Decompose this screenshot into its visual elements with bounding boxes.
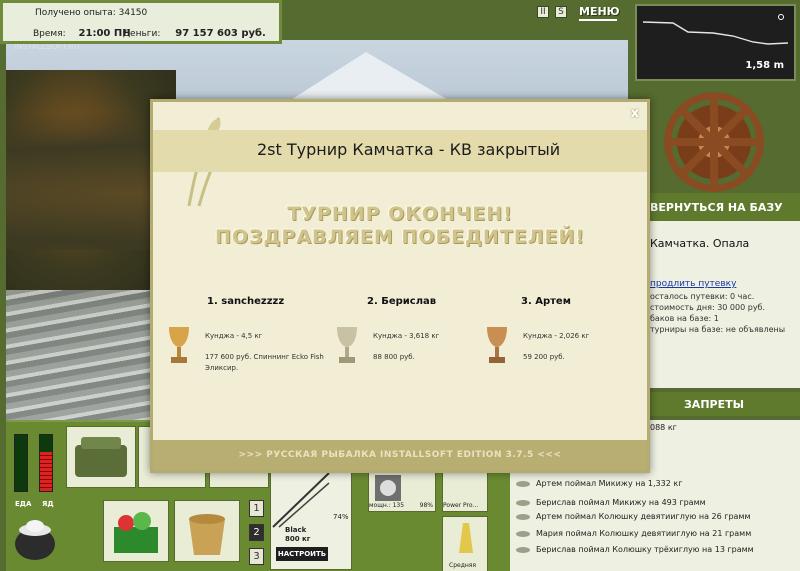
sound-icon[interactable]: S	[555, 6, 567, 18]
tackle-box-slot[interactable]	[66, 426, 136, 488]
log-weight: 088 кг	[650, 423, 677, 432]
tanks-on-base: баков на базе: 1	[650, 314, 719, 323]
depth-value: 1,58 m	[745, 60, 784, 71]
line-name: Power Pro...	[443, 502, 479, 509]
fish-icon	[516, 530, 530, 537]
winner-prize: 88 800 руб.	[373, 353, 415, 361]
configure-button[interactable]: НАСТРОИТЬ	[276, 547, 328, 561]
rod-name: Black	[285, 526, 307, 534]
vegetables-basket-slot[interactable]	[103, 500, 169, 562]
rod-slot-3-button[interactable]: 3	[249, 548, 264, 565]
lure-slot[interactable]: Средняя	[442, 516, 488, 571]
food-label: ЕДА	[15, 500, 32, 508]
rod-weight: 800 кг	[285, 535, 311, 543]
winner-catch: Кунджа - 3,618 кг	[373, 332, 440, 340]
log-text: Берислав поймал Микижу на 493 грамм	[536, 498, 706, 507]
log-entry: Берислав поймал Колюшку трёхиглую на 13 …	[516, 545, 754, 554]
player-info-panel: Получено опыта: 34150 Время: 21:00 ПН Де…	[0, 0, 282, 44]
poison-meter-fill	[40, 451, 52, 491]
reel-slot[interactable]: мощн.: 135 98%	[368, 468, 436, 512]
permit-remaining: осталось путевки: 0 час.	[650, 292, 755, 301]
winner-place: 3. Артем	[521, 296, 571, 307]
tournament-title: 2st Турнир Камчатка - КВ закрытый	[257, 140, 561, 159]
poison-meter	[39, 434, 53, 492]
base-panel: ВЕРНУТЬСЯ НА БАЗУ Камчатка. Опала продли…	[628, 193, 800, 388]
ship-wheel-icon[interactable]	[664, 92, 764, 192]
exp-value: 34150	[118, 8, 148, 18]
exp-row: Получено опыта: 34150	[35, 8, 147, 18]
tournaments-on-base: турниры на базе: не объявлены	[650, 325, 786, 334]
winner-catch: Кунджа - 2,026 кг	[523, 332, 590, 340]
vegetables-basket-icon	[114, 512, 158, 553]
float-icon	[778, 14, 784, 20]
menu-label: МЕНЮ	[579, 5, 620, 18]
lure-size: Средняя	[449, 562, 476, 569]
fish-icon	[516, 513, 530, 520]
time-row: Время: 21:00 ПН	[33, 28, 131, 39]
depth-profile	[643, 21, 788, 45]
return-to-base-button[interactable]: ВЕРНУТЬСЯ НА БАЗУ	[630, 193, 800, 221]
rod-slot-2-button[interactable]: 2	[249, 524, 264, 541]
cauldron-icon[interactable]	[10, 514, 60, 564]
winner-prize: 59 200 руб.	[523, 353, 565, 361]
tackle-box-icon	[75, 437, 127, 477]
time-label: Время:	[33, 29, 66, 39]
food-meter	[14, 434, 28, 492]
pause-icon[interactable]: II	[537, 6, 549, 18]
tournament-over-banner: ТУРНИР ОКОНЧЕН!	[287, 203, 513, 225]
log-text: Берислав поймал Колюшку трёхиглую на 13 …	[536, 545, 754, 554]
reel-info: мощн.: 135	[369, 502, 405, 509]
bucket-slot[interactable]	[174, 500, 240, 562]
bronze-trophy-icon	[487, 327, 507, 363]
congratulations-banner: ПОЗДРАВЛЯЕМ ПОБЕДИТЕЛЕЙ!	[214, 226, 586, 248]
menu-button[interactable]: МЕНЮ	[579, 5, 620, 21]
log-text: Артем поймал Микижу на 1,332 кг	[536, 479, 683, 488]
tournament-results-dialog: 2st Турнир Камчатка - КВ закрытый x ТУРН…	[150, 99, 650, 473]
fish-icon	[516, 499, 530, 506]
reel-percent: 98%	[419, 502, 433, 509]
poison-label: ЯД	[42, 500, 54, 508]
bans-button[interactable]: ЗАПРЕТЫ	[628, 392, 800, 416]
fish-icon	[516, 480, 530, 487]
wooden-bucket-icon	[189, 514, 225, 555]
winner-prize: 177 600 руб. Спиннинг Ecko Fish Эликсир.	[205, 353, 324, 372]
game-version-footer: >>> РУССКАЯ РЫБАЛКА INSTALLSOFT EDITION …	[153, 440, 647, 470]
menu-underline	[579, 19, 617, 21]
exp-label: Получено опыта:	[35, 8, 116, 18]
winner-place: 2. Берислав	[367, 296, 437, 307]
money-value: 97 157 603 руб.	[175, 28, 266, 39]
winner-catch: Кунджа - 4,5 кг	[205, 332, 263, 340]
rod-slot-1-button[interactable]: 1	[249, 500, 264, 517]
money-label: Деньги:	[123, 29, 161, 39]
log-entry: Мария поймал Колюшку девятииглую на 21 г…	[516, 529, 751, 538]
close-button[interactable]: x	[631, 106, 639, 121]
day-cost: стоимость дня: 30 000 руб.	[650, 303, 766, 312]
log-text: Мария поймал Колюшку девятииглую на 21 г…	[536, 529, 752, 538]
reel-icon	[375, 475, 401, 501]
rod-percent: 74%	[333, 513, 349, 521]
location-title: Камчатка. Опала	[650, 237, 750, 250]
log-text: Артем поймал Колюшку девятииглую на 26 г…	[536, 512, 751, 521]
line-slot[interactable]: Power Pro...	[442, 468, 488, 512]
depth-sounder: 1,58 m	[635, 4, 796, 81]
log-entry: Артем поймал Микижу на 1,332 кг	[516, 479, 682, 488]
lure-icon	[459, 523, 473, 553]
silver-trophy-icon	[337, 327, 357, 363]
extend-permit-link[interactable]: продлить путевку	[650, 279, 736, 289]
log-entry: Берислав поймал Микижу на 493 грамм	[516, 498, 706, 507]
winner-place: 1. sanchezzzz	[207, 296, 285, 307]
log-entry: Артем поймал Колюшку девятииглую на 26 г…	[516, 512, 751, 521]
gold-trophy-icon	[169, 327, 189, 363]
money-row: Деньги: 97 157 603 руб.	[123, 28, 266, 39]
fish-icon	[516, 546, 530, 553]
spinning-rod-icon	[272, 472, 330, 528]
